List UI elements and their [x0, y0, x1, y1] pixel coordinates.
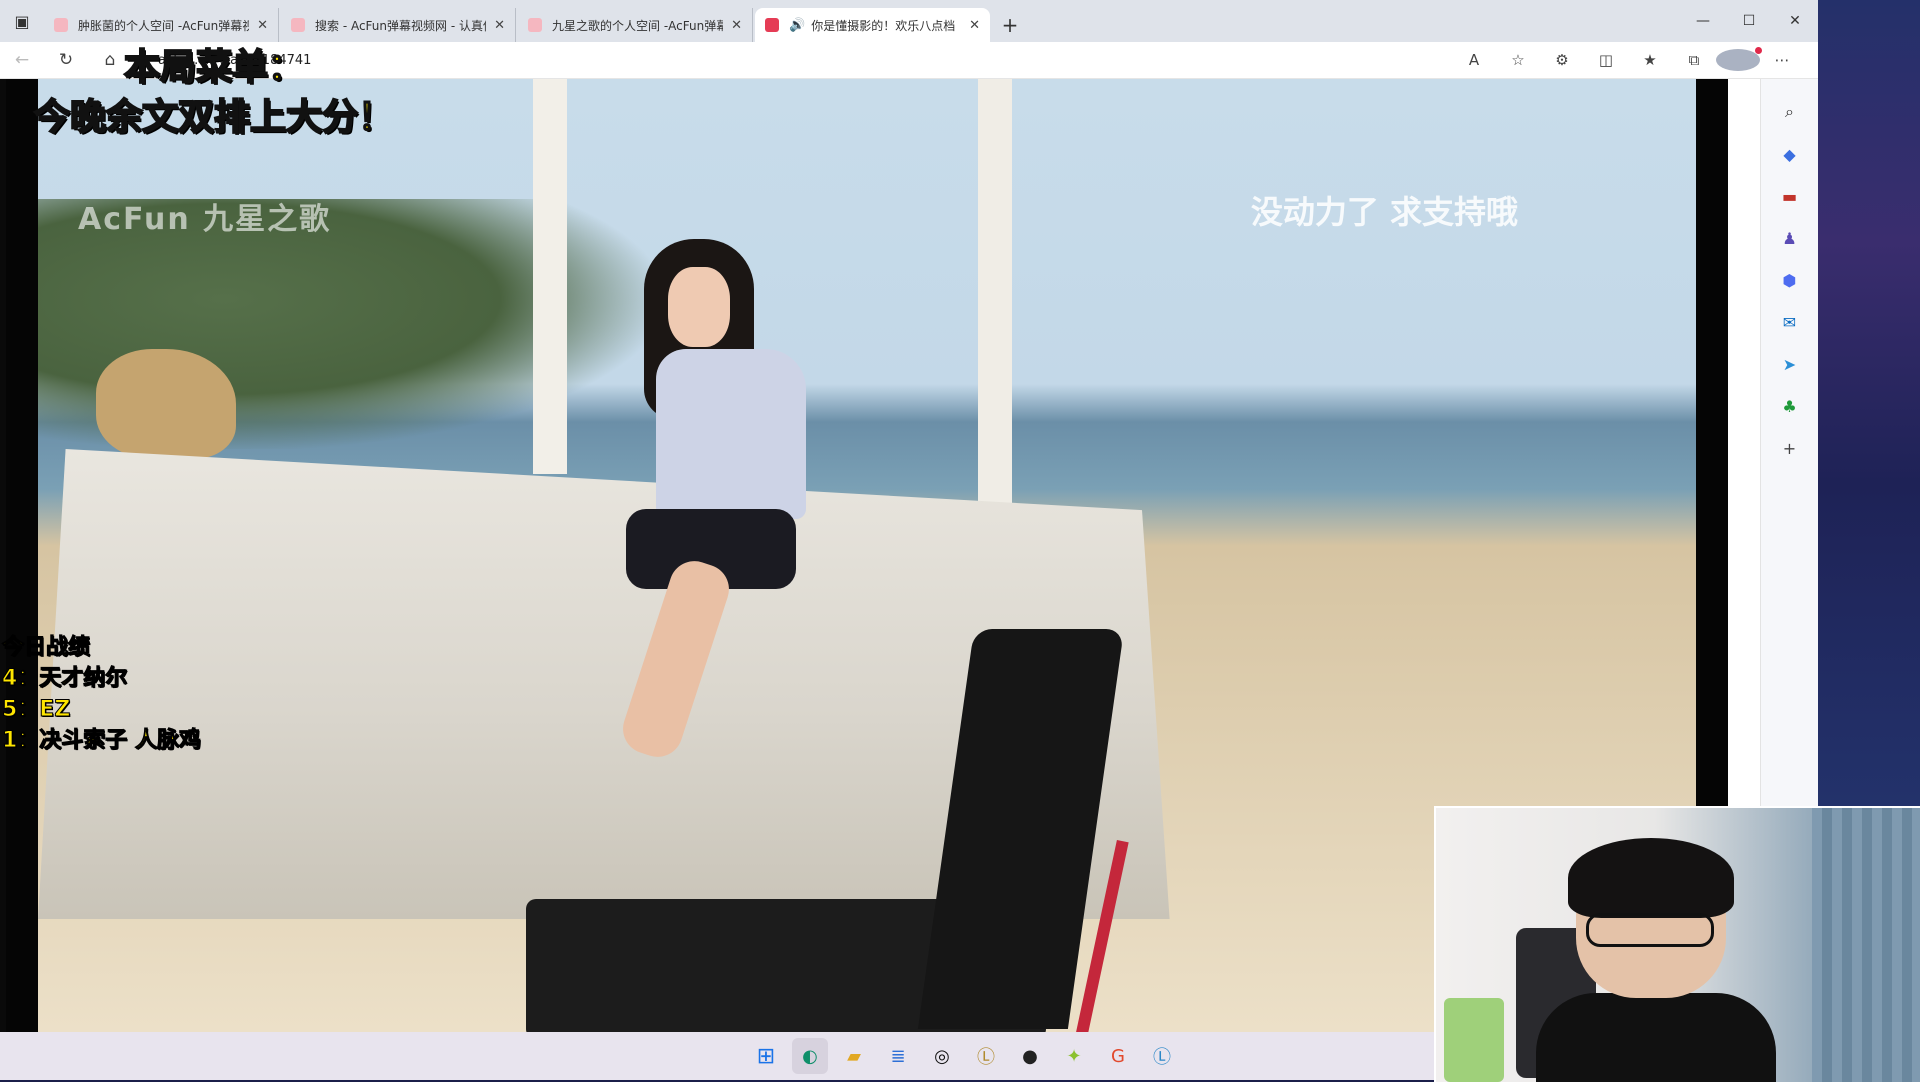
acfun-favicon-icon	[765, 18, 779, 32]
avatar-icon	[1716, 47, 1762, 71]
stats-line: 4：天才纳尔	[2, 666, 128, 692]
extensions-icon[interactable]: ⚙	[1540, 51, 1584, 69]
app-icon[interactable]: ◎	[924, 1038, 960, 1074]
video-person	[616, 239, 846, 764]
more-menu-icon[interactable]: ⋯	[1760, 51, 1804, 69]
video-watermark: AcFun 九星之歌	[78, 202, 332, 237]
chess-icon[interactable]: ♟	[1775, 223, 1805, 253]
close-icon[interactable]: ✕	[257, 18, 268, 33]
acfun-favicon-icon	[291, 18, 305, 32]
tab-3[interactable]: 九星之歌的个人空间 -AcFun弹幕 ✕	[518, 8, 753, 42]
game-icon[interactable]: ✦	[1056, 1038, 1092, 1074]
close-icon[interactable]: ✕	[731, 18, 742, 33]
office-icon[interactable]: ⬢	[1775, 265, 1805, 295]
windows-icon[interactable]: ⊞	[748, 1038, 784, 1074]
tab-title: 搜索 - AcFun弹幕视频网 - 认真你	[315, 18, 487, 33]
tab-actions-button[interactable]: ▣	[0, 0, 44, 42]
video-post	[533, 79, 567, 474]
letterbox-left	[6, 79, 38, 1032]
speaker-icon[interactable]: 🔊	[789, 18, 805, 33]
menu-title: 本局菜单：	[123, 46, 305, 89]
taskbar: ⊞ ◐ ▰ ≣ ◎ Ⓛ ● ✦ G Ⓛ	[0, 1032, 1440, 1080]
plus-icon[interactable]: +	[1775, 433, 1805, 463]
file-explorer-icon[interactable]: ▰	[836, 1038, 872, 1074]
edge-icon[interactable]: ◐	[792, 1038, 828, 1074]
profile-avatar[interactable]	[1716, 47, 1762, 71]
taskbar-icons: ⊞ ◐ ▰ ≣ ◎ Ⓛ ● ✦ G Ⓛ	[744, 1038, 1184, 1074]
briefcase-icon[interactable]: ▬	[1775, 181, 1805, 211]
tab-actions-icon: ▣	[14, 11, 30, 31]
refresh-icon[interactable]: ↻	[44, 42, 88, 78]
support-text: 没动力了 求支持哦	[1250, 193, 1518, 231]
tab-title: 九星之歌的个人空间 -AcFun弹幕	[552, 18, 724, 33]
favorite-add-icon[interactable]: ☆	[1496, 51, 1540, 69]
new-tab-button[interactable]: +	[992, 8, 1028, 42]
maximize-icon[interactable]: ☐	[1726, 0, 1772, 42]
tab-2[interactable]: 搜索 - AcFun弹幕视频网 - 认真你 ✕	[281, 8, 516, 42]
tab-bar: ▣ 肿胀菌的个人空间 -AcFun弹幕视 ✕ 搜索 - AcFun弹幕视频网 -…	[0, 0, 1818, 42]
acfun-favicon-icon	[54, 18, 68, 32]
close-window-icon[interactable]: ✕	[1772, 0, 1818, 42]
g-icon[interactable]: G	[1100, 1038, 1136, 1074]
video-rock	[96, 349, 236, 459]
league-icon-2[interactable]: Ⓛ	[1144, 1038, 1180, 1074]
outlook-icon[interactable]: ✉	[1775, 307, 1805, 337]
collections-icon[interactable]: ⧉	[1672, 51, 1716, 69]
league-icon[interactable]: Ⓛ	[968, 1038, 1004, 1074]
address-bar-actions: A ☆ ⚙ ◫ ★ ⧉ ⋯	[1452, 42, 1804, 78]
window-controls: — ☐ ✕	[1680, 0, 1818, 42]
notepad-icon[interactable]: ≣	[880, 1038, 916, 1074]
stats-heading: 今日战绩	[2, 635, 91, 661]
minimize-icon[interactable]: —	[1680, 0, 1726, 42]
tree-icon[interactable]: ♣	[1775, 391, 1805, 421]
today-stats: 今日战绩 4：天才纳尔 5：EZ 1：决斗索子 人脉鸡	[2, 632, 202, 756]
video-post	[978, 79, 1012, 509]
read-aloud-icon[interactable]: A	[1452, 51, 1496, 69]
tab-title: 你是懂摄影的！欢乐八点档	[811, 18, 956, 33]
back-icon[interactable]: ←	[0, 42, 44, 78]
stats-line: 5：EZ	[2, 697, 71, 723]
tab-1[interactable]: 肿胀菌的个人空间 -AcFun弹幕视 ✕	[44, 8, 279, 42]
tab-title: 肿胀菌的个人空间 -AcFun弹幕视	[78, 18, 250, 33]
tab-4-active[interactable]: 🔊 你是懂摄影的！欢乐八点档 ✕	[755, 8, 990, 42]
search-icon[interactable]: ⌕	[1775, 97, 1805, 127]
menu-subtitle: 今晚余文双排上大分！	[33, 96, 395, 139]
webcam-overlay	[1434, 806, 1920, 1082]
tag-icon[interactable]: ◆	[1775, 139, 1805, 169]
obs-icon[interactable]: ●	[1012, 1038, 1048, 1074]
desktop-background	[1818, 0, 1920, 806]
close-icon[interactable]: ✕	[494, 18, 505, 33]
favorites-icon[interactable]: ★	[1628, 51, 1672, 69]
close-icon[interactable]: ✕	[969, 18, 980, 33]
stats-line: 1：决斗索子 人脉鸡	[2, 728, 202, 754]
acfun-favicon-icon	[528, 18, 542, 32]
send-icon[interactable]: ➤	[1775, 349, 1805, 379]
split-screen-icon[interactable]: ◫	[1584, 51, 1628, 69]
